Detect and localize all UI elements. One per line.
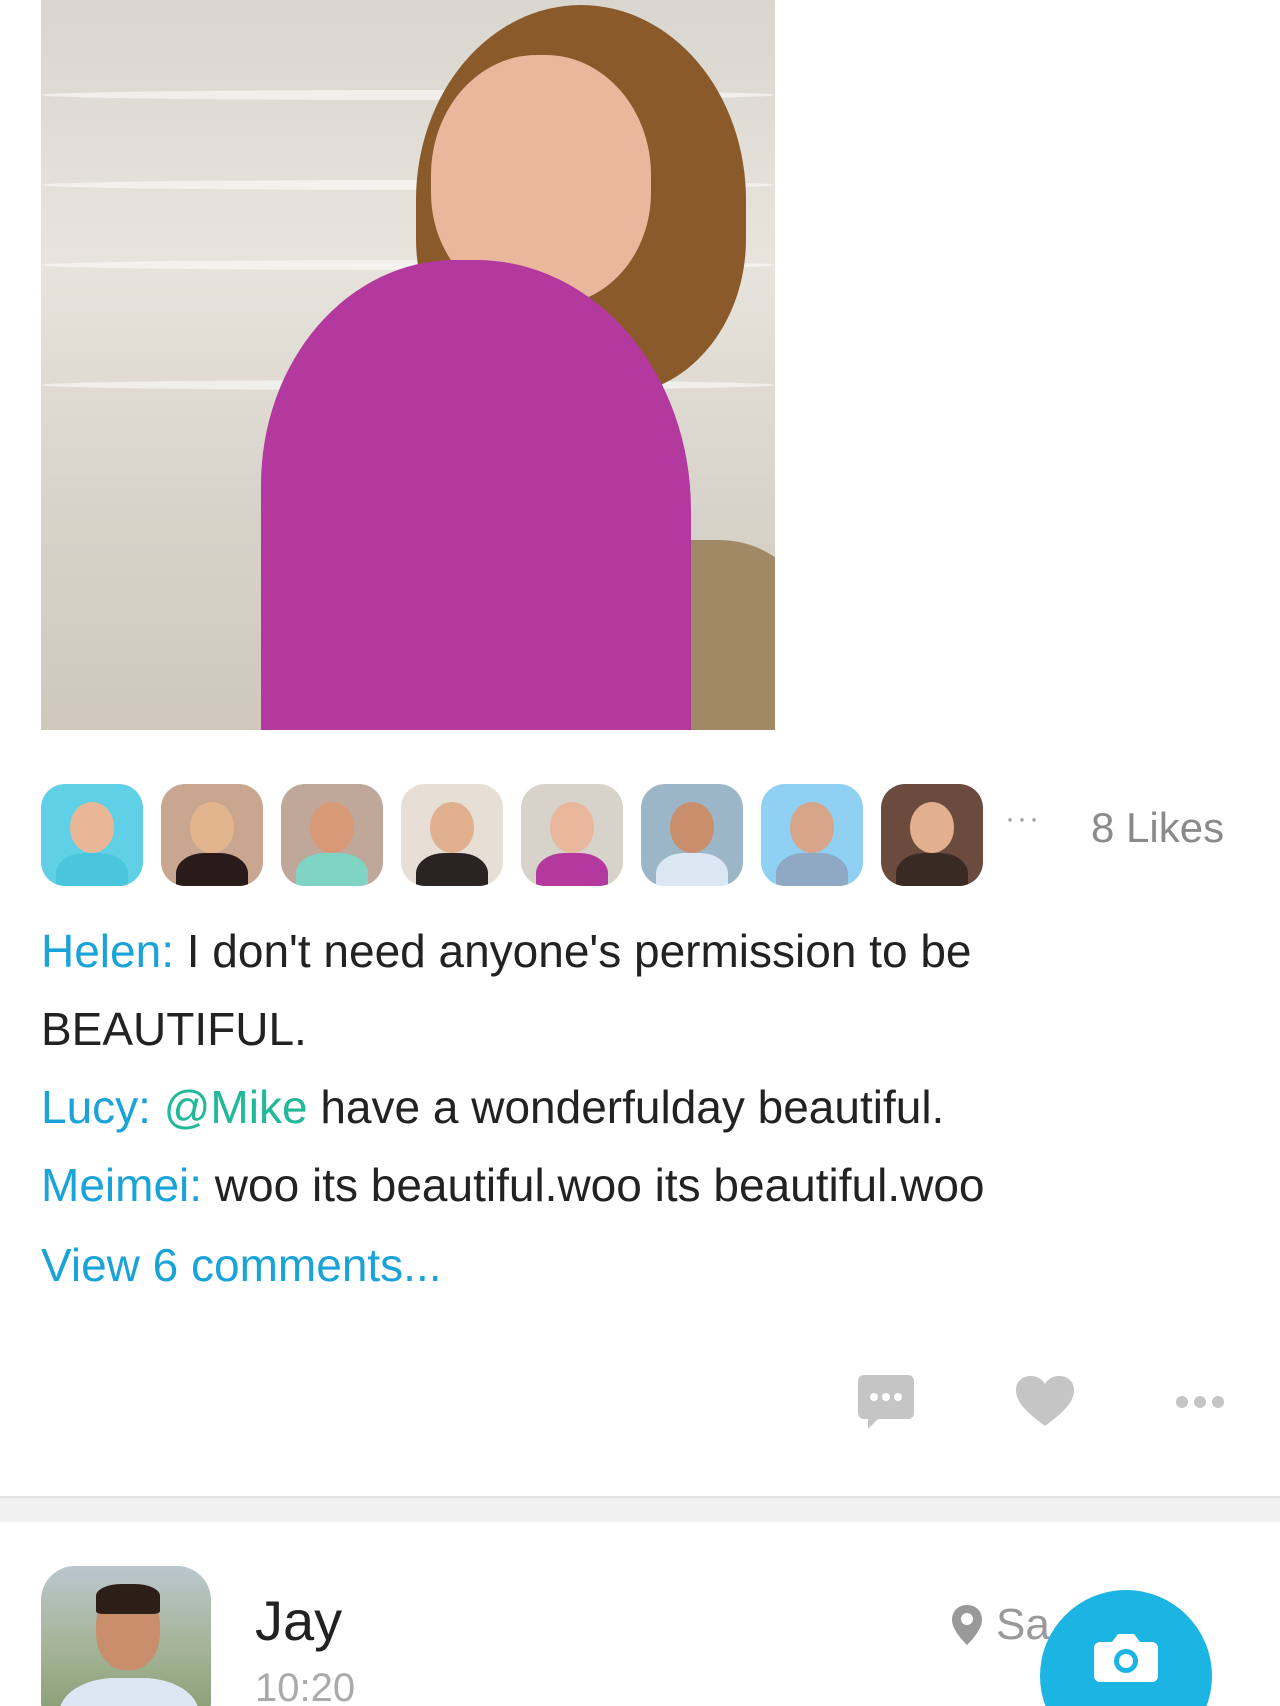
comment-author[interactable]: Helen: — [41, 925, 174, 977]
more-button[interactable] — [1168, 1374, 1232, 1430]
liker-avatar[interactable] — [401, 784, 503, 886]
liker-avatar-torso — [56, 853, 128, 886]
liker-avatar[interactable] — [521, 784, 623, 886]
liker-avatar-head — [789, 802, 835, 854]
liker-avatar[interactable] — [281, 784, 383, 886]
avatar-hair — [96, 1584, 160, 1614]
post-photo[interactable] — [41, 0, 775, 730]
liker-avatar-head — [429, 802, 475, 854]
avatar-shirt — [59, 1678, 199, 1706]
likes-count[interactable]: 8 Likes — [1091, 804, 1224, 852]
comment-author[interactable]: Lucy: — [41, 1081, 151, 1133]
liker-avatar-head — [909, 802, 955, 854]
comments-section: Helen: I don't need anyone's permission … — [41, 912, 1241, 1304]
author-name[interactable]: Jay — [255, 1588, 342, 1653]
comment-item: Lucy: @Mike have a wonderfulday beautifu… — [41, 1068, 1241, 1146]
location-pin-icon — [952, 1605, 982, 1645]
liker-avatar-torso — [536, 853, 608, 886]
camera-icon — [1094, 1634, 1158, 1682]
likes-more-ellipsis[interactable]: ··· — [1005, 802, 1041, 836]
liker-avatar[interactable] — [761, 784, 863, 886]
post-actions — [0, 1374, 1280, 1434]
liker-avatar-head — [309, 802, 355, 854]
liker-avatar-torso — [656, 853, 728, 886]
comment-mention[interactable]: @Mike — [164, 1081, 308, 1133]
liker-avatar-torso — [416, 853, 488, 886]
comment-item: Helen: I don't need anyone's permission … — [41, 912, 1241, 1068]
heart-icon — [1016, 1376, 1074, 1426]
liker-avatar-head — [669, 802, 715, 854]
photo-subject-body — [261, 260, 691, 730]
more-dots-icon — [1176, 1396, 1224, 1408]
liker-avatar[interactable] — [641, 784, 743, 886]
likes-row: ··· 8 Likes — [41, 784, 1241, 888]
comment-item: Meimei: woo its beautiful.woo its beauti… — [41, 1146, 1241, 1224]
post-divider — [0, 1496, 1280, 1522]
liker-avatar-torso — [176, 853, 248, 886]
liker-avatar-torso — [296, 853, 368, 886]
liker-avatar[interactable] — [41, 784, 143, 886]
avatar[interactable] — [41, 1566, 211, 1706]
comment-text: woo its beautiful.woo its beautiful.woo — [202, 1159, 985, 1211]
post-time: 10:20 — [255, 1666, 356, 1706]
comment-button[interactable] — [858, 1374, 914, 1430]
liker-avatar[interactable] — [161, 784, 263, 886]
comment-text: have a wonderfulday beautiful. — [307, 1081, 945, 1133]
liker-avatar-head — [549, 802, 595, 854]
liker-avatar-head — [189, 802, 235, 854]
liker-avatar-head — [69, 802, 115, 854]
like-button[interactable] — [1014, 1374, 1076, 1430]
liker-avatar-torso — [896, 853, 968, 886]
view-comments-link[interactable]: View 6 comments... — [41, 1226, 1241, 1304]
liker-avatar[interactable] — [881, 784, 983, 886]
chat-bubble-icon — [858, 1375, 914, 1429]
liker-avatar-torso — [776, 853, 848, 886]
comment-author[interactable]: Meimei: — [41, 1159, 202, 1211]
comment-text: I don't need anyone's permission to be B… — [41, 925, 972, 1055]
